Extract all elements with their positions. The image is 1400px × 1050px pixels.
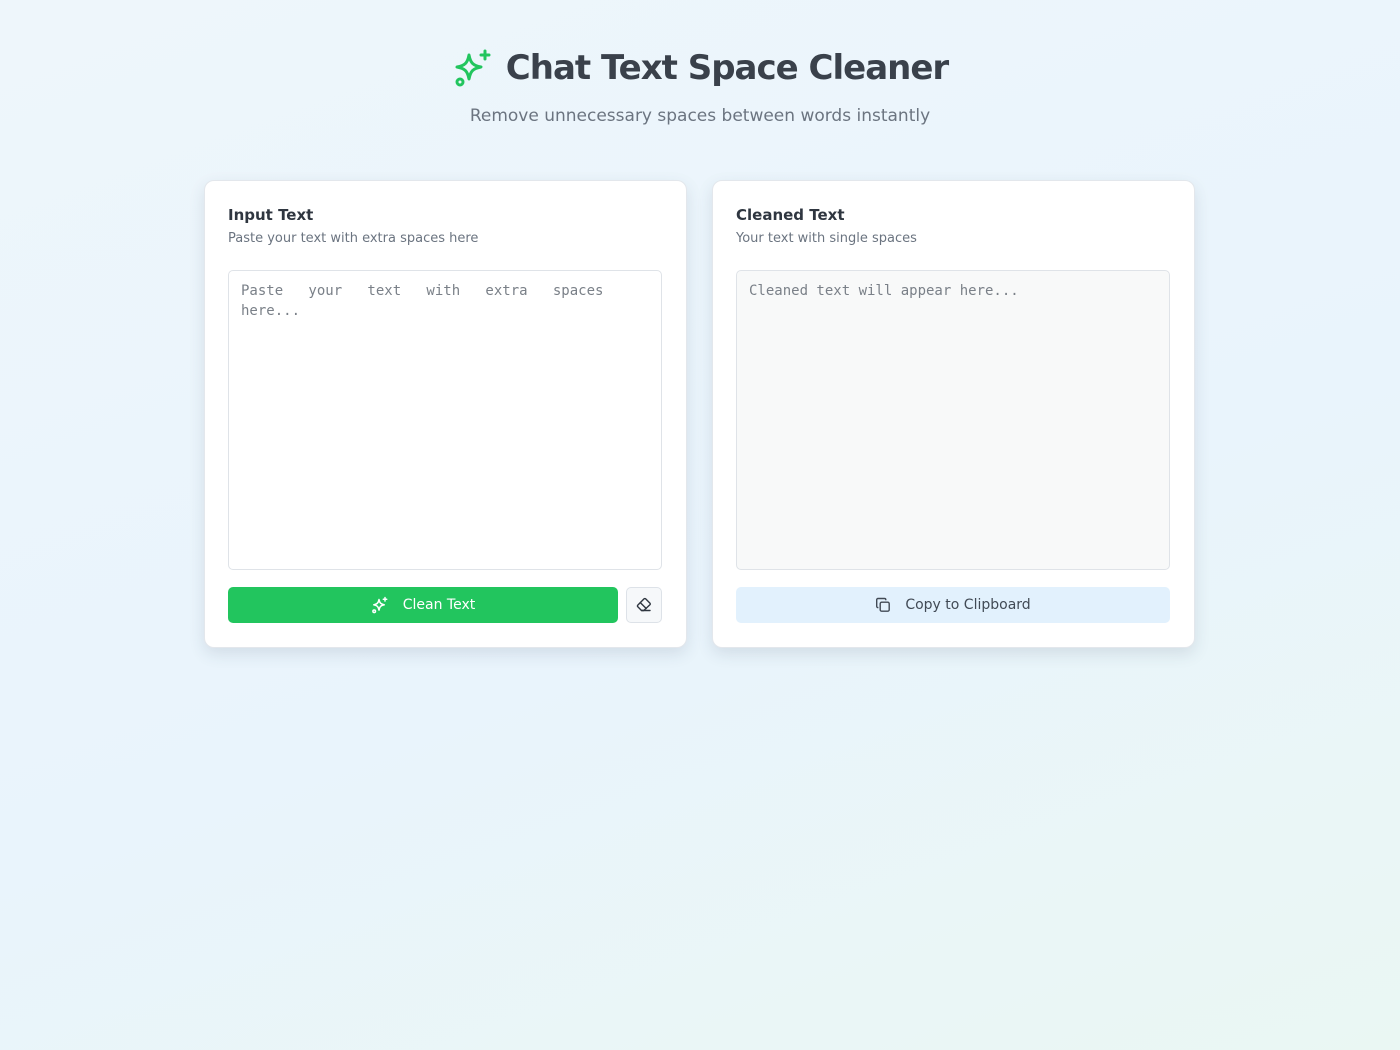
eraser-icon [636, 597, 652, 613]
output-card-description: Your text with single spaces [736, 231, 917, 246]
sparkles-icon [452, 47, 494, 89]
input-textarea[interactable] [228, 270, 662, 570]
input-card: Input Text Paste your text with extra sp… [204, 180, 687, 648]
output-textarea[interactable] [736, 270, 1170, 570]
clean-text-button-label: Clean Text [402, 597, 476, 613]
input-card-description: Paste your text with extra spaces here [228, 231, 479, 246]
clean-text-button[interactable]: Clean Text [228, 587, 618, 623]
copy-to-clipboard-button[interactable]: Copy to Clipboard [736, 587, 1170, 623]
input-actions: Clean Text [228, 587, 663, 623]
sparkles-icon [371, 596, 389, 614]
output-card-title: Cleaned Text [736, 206, 845, 224]
output-actions: Copy to Clipboard [736, 587, 1171, 623]
page-subtitle: Remove unnecessary spaces between words … [469, 106, 931, 126]
title-row: Chat Text Space Cleaner [452, 44, 949, 92]
output-card: Cleaned Text Your text with single space… [712, 180, 1195, 648]
page-header: Chat Text Space Cleaner Remove unnecessa… [0, 44, 1400, 126]
clear-input-button[interactable] [626, 587, 662, 623]
copy-icon [875, 597, 891, 613]
page-title: Chat Text Space Cleaner [505, 48, 949, 88]
copy-button-label: Copy to Clipboard [905, 597, 1031, 613]
input-card-title: Input Text [228, 206, 314, 224]
